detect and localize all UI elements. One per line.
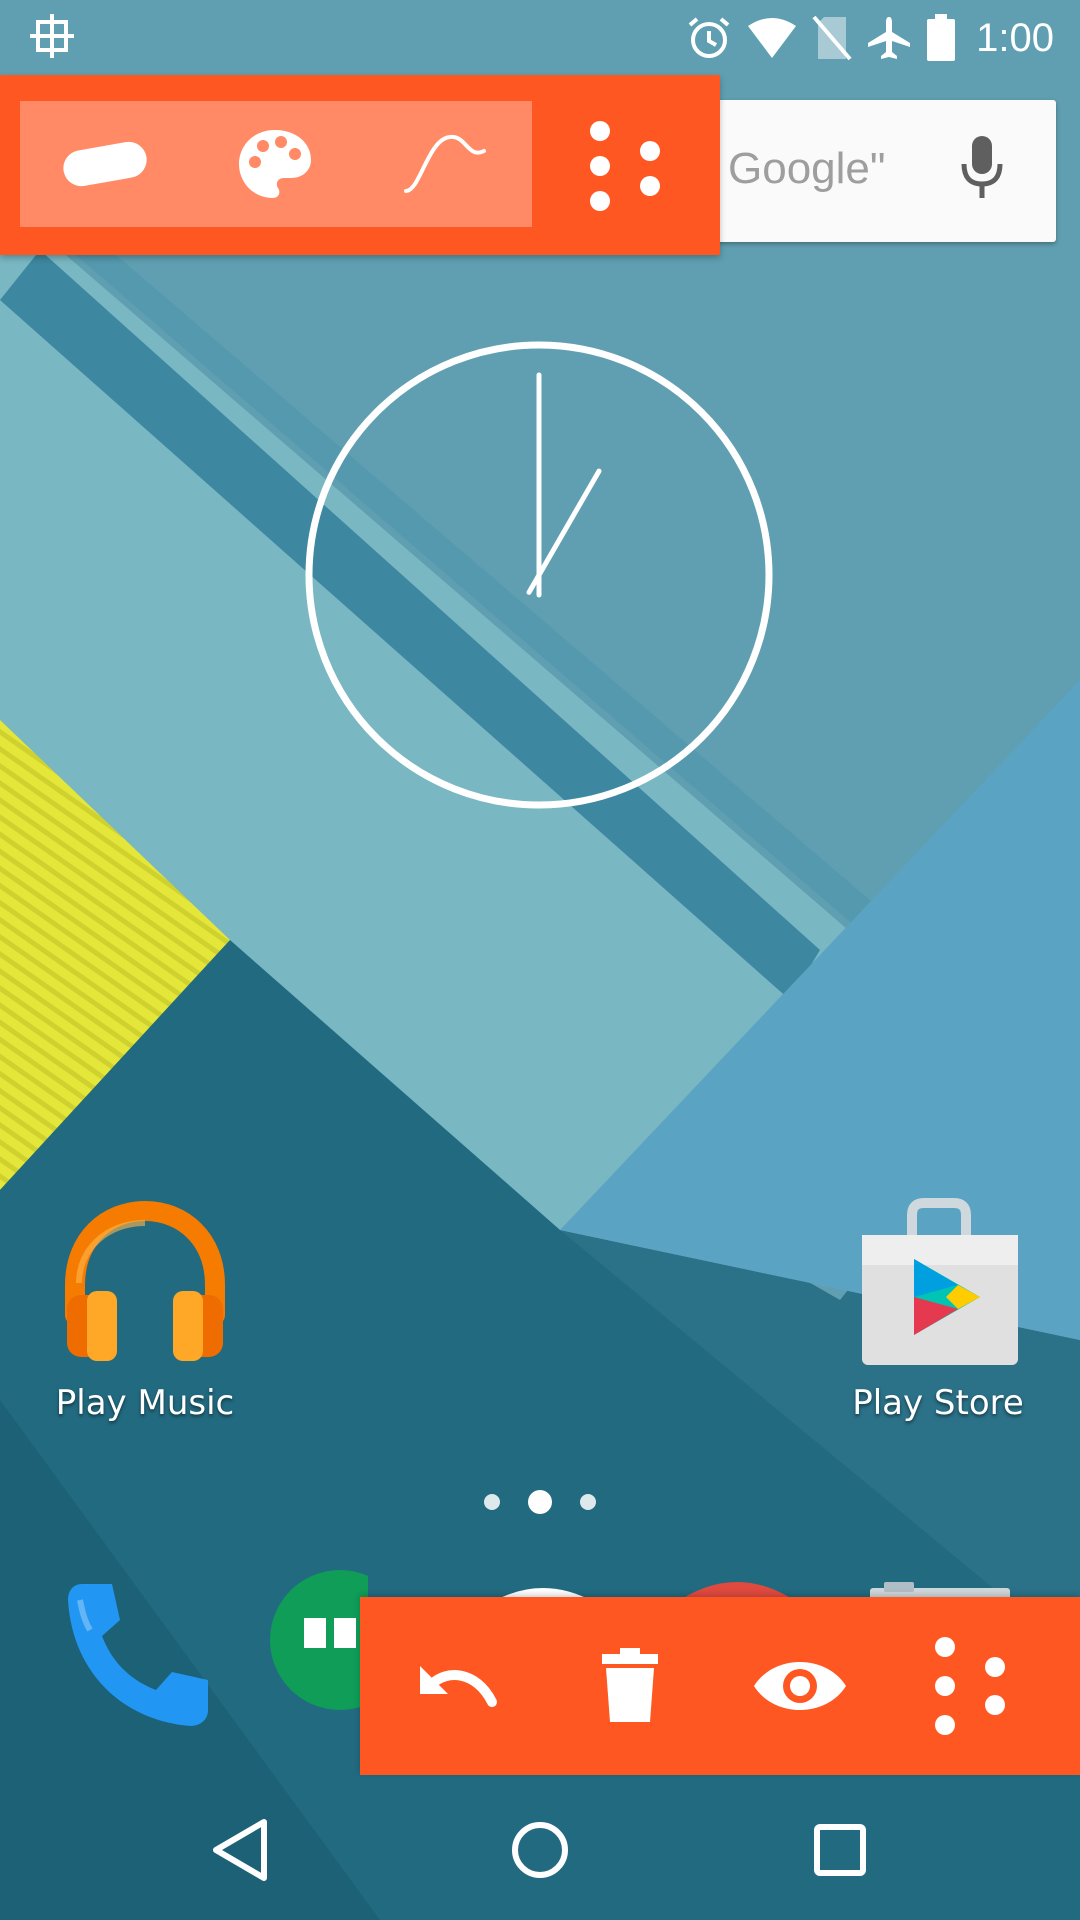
app-label: Play Store: [852, 1383, 1024, 1423]
stroke-style-icon: [404, 134, 486, 193]
menu-button[interactable]: [885, 1597, 1055, 1775]
drawing-action-bar: [360, 1597, 1080, 1775]
status-bar: 1:00: [0, 0, 1080, 75]
phone-icon[interactable]: [60, 1580, 220, 1730]
wifi-icon: [748, 18, 797, 58]
undo-icon: [420, 1666, 497, 1707]
trash-icon: [602, 1648, 658, 1722]
home-icon: [512, 1822, 568, 1878]
analog-clock[interactable]: [302, 338, 776, 812]
airplane-icon: [868, 17, 911, 59]
clear-button[interactable]: [545, 1597, 715, 1775]
home-button[interactable]: [485, 1805, 595, 1895]
menu-dots-icon: [935, 1637, 1005, 1735]
play-store-icon: [862, 1198, 1018, 1365]
back-icon: [213, 1819, 267, 1881]
app-label: Play Music: [55, 1383, 235, 1423]
no-sim-icon: [812, 15, 852, 61]
tool-panel: [20, 101, 532, 227]
palette-icon: [239, 130, 311, 198]
status-time: 1:00: [976, 15, 1054, 60]
app-play-music[interactable]: Play Music: [45, 1195, 245, 1423]
headphones-icon: [65, 1200, 225, 1361]
visibility-button[interactable]: [715, 1597, 885, 1775]
drawing-toolbar: [0, 75, 720, 255]
menu-dots-icon[interactable]: [570, 111, 680, 221]
recents-icon: [814, 1824, 866, 1876]
navigation-bar: [0, 1775, 1080, 1920]
status-icons: 1:00: [686, 12, 1054, 64]
recents-button[interactable]: [785, 1805, 895, 1895]
brush-size-icon: [63, 141, 147, 187]
crosshair-icon: [30, 14, 74, 58]
hangouts-icon[interactable]: [268, 1568, 368, 1728]
battery-icon: [927, 14, 956, 61]
page-indicator: [484, 1490, 596, 1514]
palette-button[interactable]: [190, 101, 360, 227]
alarm-icon: [688, 17, 730, 58]
stroke-style-button[interactable]: [360, 101, 530, 227]
google-search-bar[interactable]: Google": [700, 100, 1056, 242]
back-button[interactable]: [185, 1805, 295, 1895]
search-hint: Google": [728, 144, 886, 193]
eye-icon: [754, 1662, 846, 1710]
undo-button[interactable]: [370, 1597, 540, 1775]
app-play-store[interactable]: Play Store: [838, 1195, 1038, 1423]
mic-icon[interactable]: [960, 136, 1004, 202]
brush-size-button[interactable]: [20, 101, 190, 227]
